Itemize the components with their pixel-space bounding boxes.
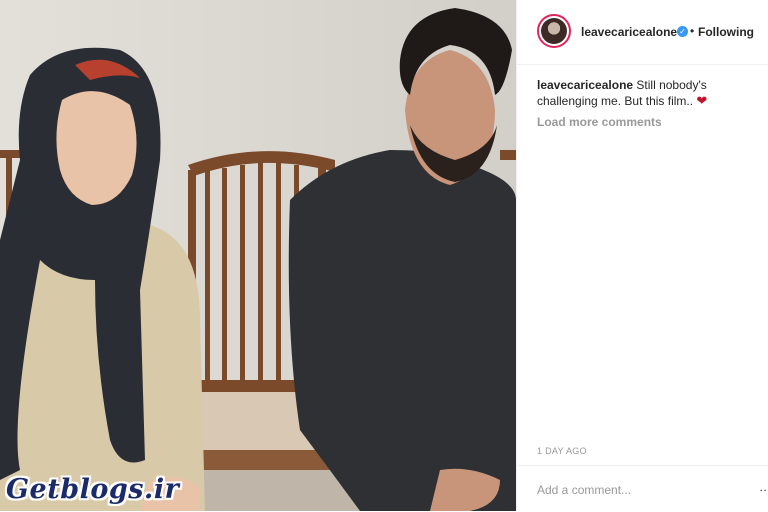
comment-input[interactable] <box>537 483 747 497</box>
more-options-icon[interactable]: … <box>759 480 768 494</box>
avatar[interactable] <box>537 14 571 48</box>
load-more-comments-link[interactable]: Load more comments <box>537 115 662 129</box>
watermark-text: Getblogs.ir <box>6 474 180 505</box>
post-photo[interactable]: Getblogs.ir <box>0 0 516 511</box>
avatar-image <box>541 18 567 44</box>
post-header: leavecaricealone ✓ • Following <box>517 0 768 65</box>
following-button[interactable]: Following <box>698 25 754 39</box>
heart-icon: ❤ <box>696 93 708 108</box>
separator-dot: • <box>690 24 695 38</box>
photo-illustration <box>0 0 516 511</box>
post-caption: leavecaricealone Still nobody's challeng… <box>537 77 768 109</box>
caption-username[interactable]: leavecaricealone <box>537 78 633 92</box>
comment-box: … <box>517 465 768 512</box>
header-username[interactable]: leavecaricealone <box>581 25 677 39</box>
verified-badge-icon: ✓ <box>677 26 688 37</box>
post-timestamp[interactable]: 1 DAY AGO <box>537 446 587 456</box>
post-side-panel: leavecaricealone ✓ • Following leavecari… <box>516 0 768 511</box>
